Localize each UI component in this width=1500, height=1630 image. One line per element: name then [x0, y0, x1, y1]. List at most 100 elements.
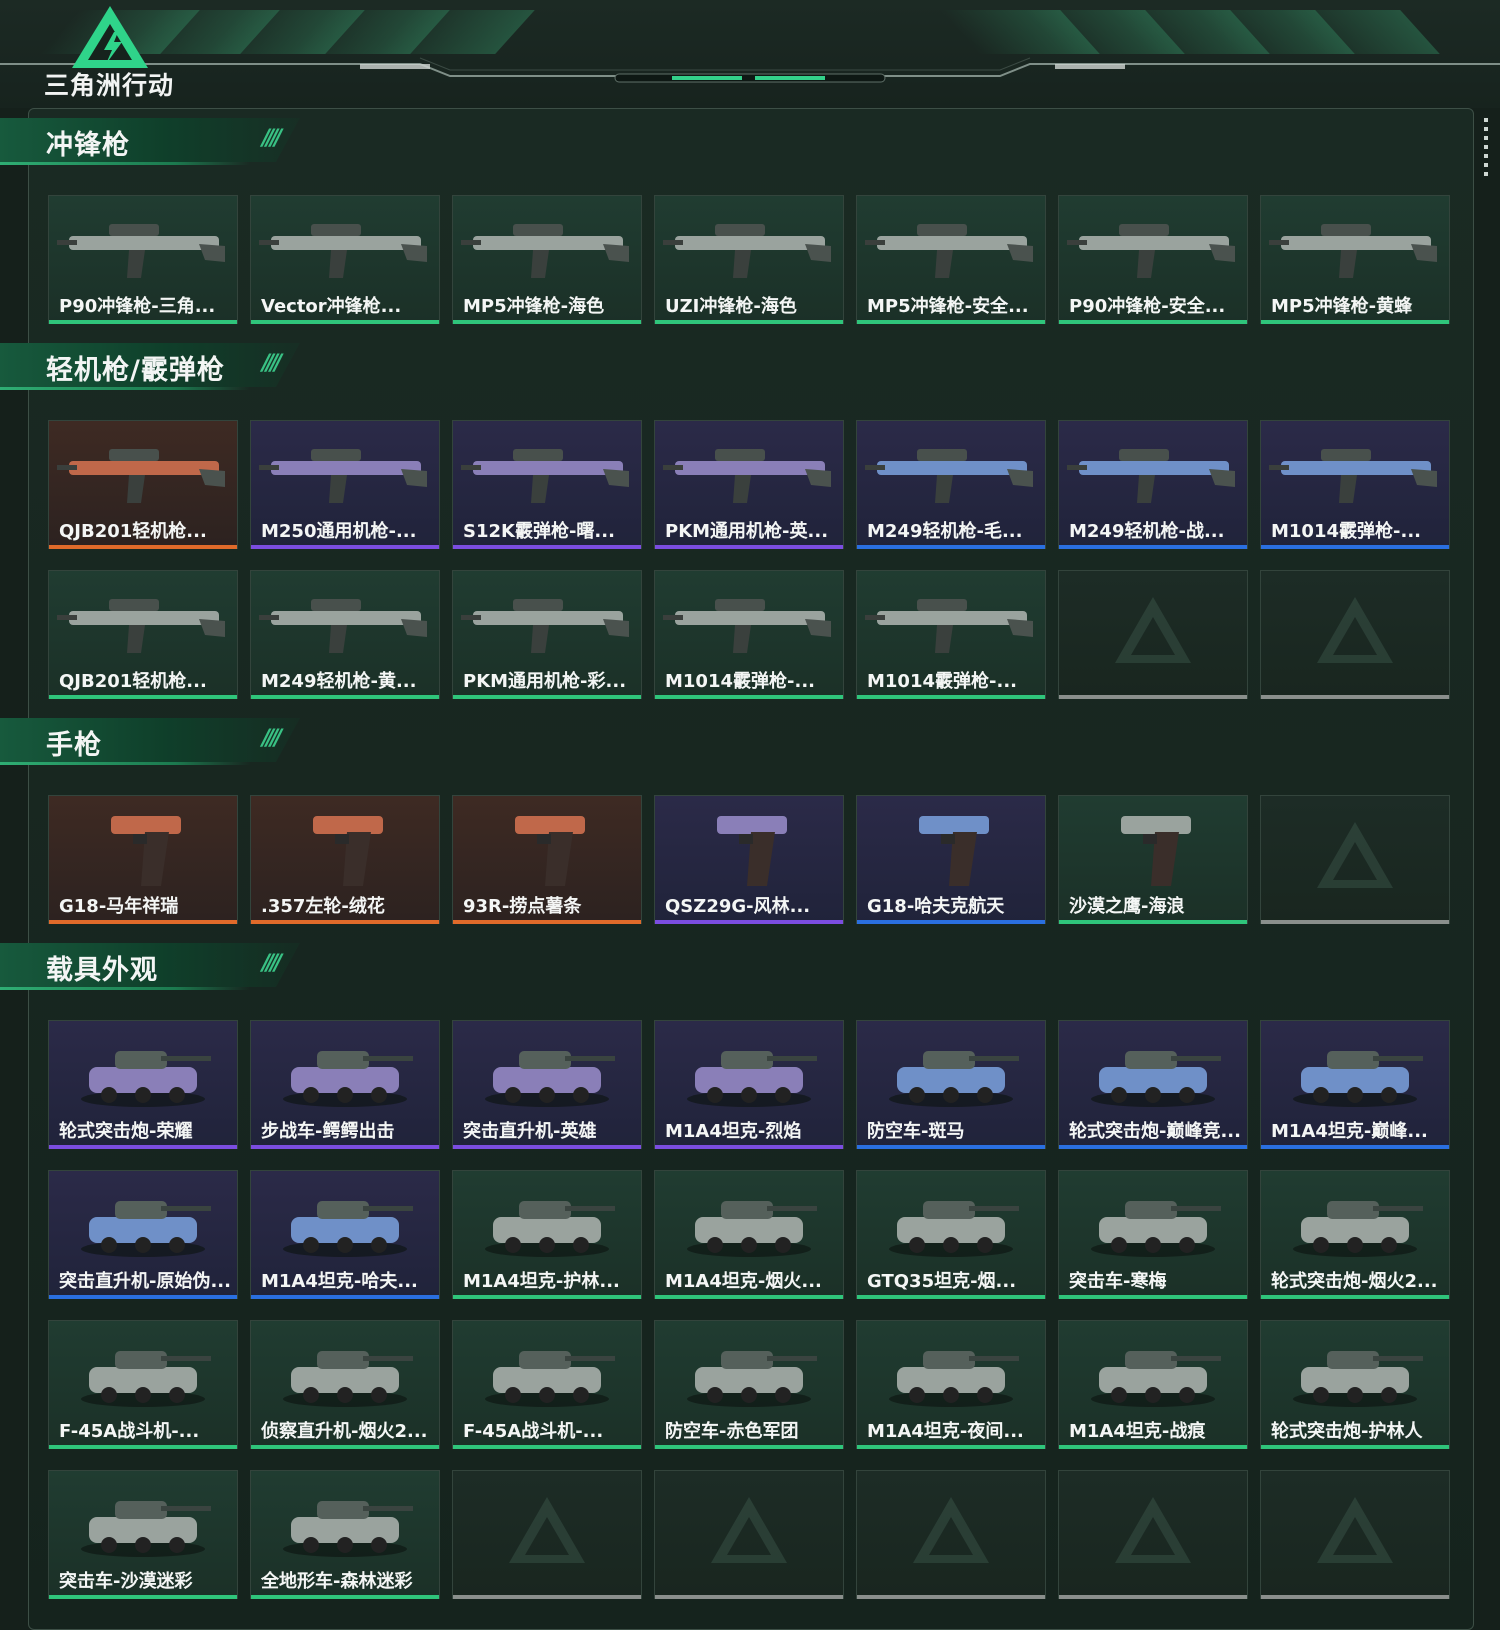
- rarity-bar: [655, 545, 843, 549]
- item-name: 轮式突击炮-巅峰竞...: [1069, 1121, 1241, 1142]
- item-card[interactable]: QSZ29G-风林...: [654, 795, 844, 924]
- item-card[interactable]: 沙漠之鹰-海浪: [1058, 795, 1248, 924]
- item-card[interactable]: M1014霰弹枪-...: [654, 570, 844, 699]
- item-card[interactable]: M249轻机枪-毛...: [856, 420, 1046, 549]
- item-card[interactable]: M1014霰弹枪-...: [856, 570, 1046, 699]
- item-card[interactable]: 突击直升机-英雄: [452, 1020, 642, 1149]
- item-card[interactable]: 全地形车-森林迷彩: [250, 1470, 440, 1599]
- weapon-skin-icon: [865, 224, 1033, 278]
- item-card[interactable]: M249轻机枪-战...: [1058, 420, 1248, 549]
- item-card[interactable]: 防空车-斑马: [856, 1020, 1046, 1149]
- section-header: //// 冲锋枪: [0, 118, 330, 168]
- rarity-bar: [251, 1295, 439, 1299]
- item-card[interactable]: PKM通用机枪-彩...: [452, 570, 642, 699]
- item-name: 突击直升机-英雄: [463, 1121, 597, 1142]
- item-name: M250通用机枪-...: [261, 521, 417, 542]
- item-card[interactable]: F-45A战斗机-...: [48, 1320, 238, 1449]
- vehicle-skin-icon: [889, 1201, 1019, 1257]
- item-card[interactable]: MP5冲锋枪-安全...: [856, 195, 1046, 324]
- rarity-bar: [1059, 320, 1247, 324]
- item-card[interactable]: 93R-捞点薯条: [452, 795, 642, 924]
- vehicle-skin-icon: [81, 1351, 211, 1407]
- section-header-underline: [0, 387, 250, 390]
- item-name: M1014霰弹枪-...: [867, 671, 1017, 692]
- item-card[interactable]: M1A4坦克-巅峰...: [1260, 1020, 1450, 1149]
- item-name: 93R-捞点薯条: [463, 896, 582, 917]
- item-card[interactable]: M1A4坦克-烈焰: [654, 1020, 844, 1149]
- pistol-skin-icon: [313, 816, 383, 886]
- item-card[interactable]: M1014霰弹枪-...: [1260, 420, 1450, 549]
- scrollbar-dots[interactable]: [1484, 118, 1488, 178]
- section-slash-decoration: ////: [262, 351, 282, 376]
- item-card[interactable]: QJB201轻机枪...: [48, 570, 238, 699]
- item-card[interactable]: PKM通用机枪-英...: [654, 420, 844, 549]
- empty-item-slot: [654, 1470, 844, 1599]
- item-card[interactable]: M1A4坦克-护林...: [452, 1170, 642, 1299]
- item-card[interactable]: M1A4坦克-战痕: [1058, 1320, 1248, 1449]
- item-card[interactable]: S12K霰弹枪-曙...: [452, 420, 642, 549]
- item-card[interactable]: GTQ35坦克-烟...: [856, 1170, 1046, 1299]
- item-card[interactable]: MP5冲锋枪-海色: [452, 195, 642, 324]
- item-name: MP5冲锋枪-安全...: [867, 296, 1029, 317]
- item-card[interactable]: 侦察直升机-烟火2...: [250, 1320, 440, 1449]
- item-card[interactable]: 突击车-寒梅: [1058, 1170, 1248, 1299]
- pistol-skin-icon: [919, 816, 989, 886]
- weapon-skin-icon: [663, 599, 831, 653]
- delta-triangle-icon: [1317, 597, 1393, 663]
- item-name: GTQ35坦克-烟...: [867, 1271, 1017, 1292]
- item-card[interactable]: M249轻机枪-黄...: [250, 570, 440, 699]
- item-card[interactable]: G18-哈夫克航天: [856, 795, 1046, 924]
- item-card[interactable]: P90冲锋枪-安全...: [1058, 195, 1248, 324]
- item-card[interactable]: 步战车-鳄鳄出击: [250, 1020, 440, 1149]
- item-card[interactable]: M1A4坦克-哈夫...: [250, 1170, 440, 1299]
- rarity-bar: [251, 1145, 439, 1149]
- rarity-bar: [453, 1145, 641, 1149]
- section-header-bar: [0, 718, 300, 762]
- rarity-bar: [1261, 1445, 1449, 1449]
- item-name: 突击车-寒梅: [1069, 1271, 1167, 1292]
- item-card[interactable]: .357左轮-绒花: [250, 795, 440, 924]
- rarity-bar: [1261, 1145, 1449, 1149]
- item-card[interactable]: 轮式突击炮-巅峰竞...: [1058, 1020, 1248, 1149]
- item-card[interactable]: 轮式突击炮-荣耀: [48, 1020, 238, 1149]
- item-card[interactable]: P90冲锋枪-三角...: [48, 195, 238, 324]
- item-name: 侦察直升机-烟火2...: [261, 1421, 428, 1442]
- weapon-skin-icon: [461, 449, 629, 503]
- rarity-bar: [453, 695, 641, 699]
- item-card[interactable]: 突击车-沙漠迷彩: [48, 1470, 238, 1599]
- rarity-bar: [1261, 1595, 1449, 1599]
- item-card[interactable]: 轮式突击炮-护林人: [1260, 1320, 1450, 1449]
- item-name: PKM通用机枪-彩...: [463, 671, 627, 692]
- rarity-bar: [1261, 695, 1449, 699]
- rarity-bar: [453, 545, 641, 549]
- rarity-bar: [251, 320, 439, 324]
- item-card[interactable]: MP5冲锋枪-黄蜂: [1260, 195, 1450, 324]
- item-name: QSZ29G-风林...: [665, 896, 811, 917]
- vehicle-skin-icon: [1091, 1051, 1221, 1107]
- item-name: M1014霰弹枪-...: [1271, 521, 1421, 542]
- item-card[interactable]: M250通用机枪-...: [250, 420, 440, 549]
- rarity-bar: [1059, 1295, 1247, 1299]
- item-card[interactable]: 突击直升机-原始伪...: [48, 1170, 238, 1299]
- item-card[interactable]: G18-马年祥瑞: [48, 795, 238, 924]
- pistol-skin-icon: [717, 816, 787, 886]
- rarity-bar: [1059, 1595, 1247, 1599]
- section-title: 轻机枪/霰弹枪: [46, 355, 225, 386]
- item-card[interactable]: UZI冲锋枪-海色: [654, 195, 844, 324]
- item-name: 突击直升机-原始伪...: [59, 1271, 231, 1292]
- item-name: QJB201轻机枪...: [59, 521, 207, 542]
- item-card[interactable]: Vector冲锋枪...: [250, 195, 440, 324]
- top-banner: 三角洲行动: [0, 0, 1500, 108]
- item-card[interactable]: 防空车-赤色军团: [654, 1320, 844, 1449]
- item-card[interactable]: M1A4坦克-夜间...: [856, 1320, 1046, 1449]
- item-name: 步战车-鳄鳄出击: [261, 1121, 395, 1142]
- rarity-bar: [453, 920, 641, 924]
- weapon-skin-icon: [57, 449, 225, 503]
- item-name: QJB201轻机枪...: [59, 671, 207, 692]
- item-card[interactable]: QJB201轻机枪...: [48, 420, 238, 549]
- item-card[interactable]: 轮式突击炮-烟火2...: [1260, 1170, 1450, 1299]
- item-card[interactable]: F-45A战斗机-...: [452, 1320, 642, 1449]
- item-name: M249轻机枪-黄...: [261, 671, 417, 692]
- item-card[interactable]: M1A4坦克-烟火...: [654, 1170, 844, 1299]
- item-name: F-45A战斗机-...: [463, 1421, 604, 1442]
